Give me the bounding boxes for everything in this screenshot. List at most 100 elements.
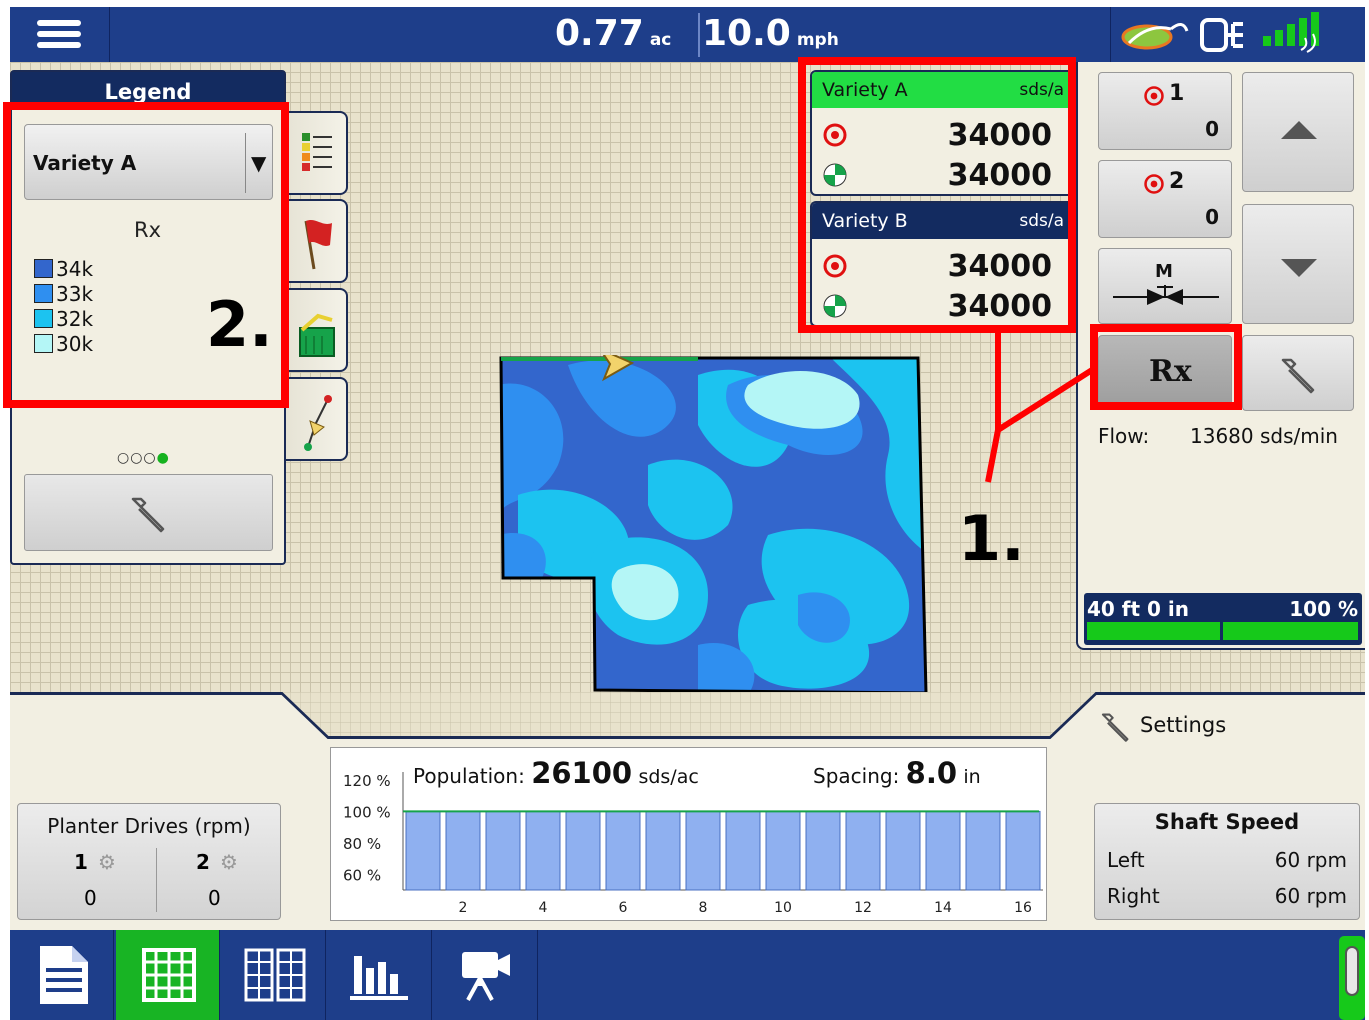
implement-width: 40 ft 0 in xyxy=(1087,597,1189,621)
gps-signal-icon[interactable] xyxy=(1261,10,1331,56)
shaft-speed-title: Shaft Speed xyxy=(1154,810,1300,834)
annotation-box-variety xyxy=(798,57,1076,333)
guidance-icon xyxy=(304,395,332,451)
y-tick-label: 100 % xyxy=(343,803,391,821)
nav-chart-button[interactable] xyxy=(328,930,432,1020)
nav-notes-button[interactable] xyxy=(10,930,114,1020)
row-bar xyxy=(525,810,561,891)
nav-map-button[interactable] xyxy=(116,930,220,1020)
row-bar xyxy=(845,810,881,891)
row-bar xyxy=(725,810,761,891)
implement-percent: 100 % xyxy=(1289,597,1358,621)
row-bar xyxy=(965,810,1001,891)
area-readout: 0.77 ac xyxy=(555,13,671,54)
row-bar xyxy=(685,810,721,891)
row-population-chart: 120 % 100 % 80 % 60 % 2 4 6 8 10 12 14 16 xyxy=(343,772,1043,916)
rate-down-button[interactable] xyxy=(1242,204,1354,324)
x-tick-label: 8 xyxy=(699,900,708,916)
top-status-bar: 0.77 ac 10.0 mph xyxy=(10,7,1365,62)
drive-1-index: 1 xyxy=(74,850,88,874)
app-logo-icon[interactable] xyxy=(1119,15,1189,55)
implement-width-bar[interactable]: 40 ft 0 in 100 % xyxy=(1084,593,1362,645)
row-bar xyxy=(645,810,681,891)
planter-drives-panel[interactable]: Planter Drives (rpm) 1 ⚙ 0 2 ⚙ 0 xyxy=(17,803,281,920)
row-bar xyxy=(485,810,521,891)
shaft-left-value: 60 rpm xyxy=(1274,848,1347,872)
product-1-button[interactable]: 1 0 xyxy=(1098,72,1232,150)
area-value: 0.77 xyxy=(555,13,644,54)
rate-up-button[interactable] xyxy=(1242,72,1354,192)
tab-legend[interactable] xyxy=(286,111,348,195)
shaft-right-value: 60 rpm xyxy=(1274,884,1347,908)
speed-unit: mph xyxy=(796,30,839,50)
manual-mode-button[interactable]: M xyxy=(1098,248,1232,324)
status-icons xyxy=(1110,7,1365,62)
row-bar xyxy=(805,810,841,891)
wrench-icon xyxy=(1281,358,1315,394)
bottom-nav xyxy=(10,930,1365,1020)
nav-scroll-handle[interactable] xyxy=(1339,936,1365,1020)
camera-icon xyxy=(462,952,510,1001)
y-tick-label: 60 % xyxy=(343,866,381,884)
legend-settings-button[interactable] xyxy=(24,474,273,551)
x-tick-label: 12 xyxy=(854,900,872,916)
population-chart-panel[interactable]: Population: 26100 sds/ac Spacing: 8.0 in… xyxy=(330,747,1047,921)
x-tick-label: 10 xyxy=(774,900,792,916)
implement-icon[interactable] xyxy=(1199,16,1249,56)
menu-button[interactable] xyxy=(10,7,110,62)
x-tick-label: 16 xyxy=(1014,900,1032,916)
settings-button[interactable]: Settings xyxy=(1098,708,1226,744)
tab-boundary[interactable] xyxy=(286,288,348,372)
flow-value: 13680 sds/min xyxy=(1190,424,1338,448)
nav-camera-button[interactable] xyxy=(434,930,538,1020)
hamburger-icon-line xyxy=(37,42,81,48)
field-boundary-icon xyxy=(299,313,335,357)
drive-2-value: 0 xyxy=(208,886,221,910)
nav-split-map-button[interactable] xyxy=(222,930,326,1020)
annotation-box-legend xyxy=(3,102,289,408)
section-2-status xyxy=(1223,622,1358,640)
area-unit: ac xyxy=(649,30,672,50)
product-2-index: 2 xyxy=(1169,169,1185,194)
product-2-value: 0 xyxy=(1205,205,1219,229)
tab-flags[interactable] xyxy=(286,199,348,283)
legend-title: Legend xyxy=(12,72,284,106)
drive-divider xyxy=(156,848,157,912)
wrench-icon xyxy=(131,497,165,533)
product-1-index: 1 xyxy=(1169,81,1185,106)
x-tick-label: 2 xyxy=(459,900,468,916)
legend-list-icon xyxy=(302,133,332,171)
scroll-grip xyxy=(1345,946,1359,996)
row-bar xyxy=(405,810,441,891)
row-bar xyxy=(1005,810,1041,891)
arrow-down-icon xyxy=(1281,259,1317,277)
hamburger-icon-line xyxy=(37,31,81,37)
field-rx-map[interactable] xyxy=(498,355,930,695)
settings-label: Settings xyxy=(1140,713,1227,737)
product-2-button[interactable]: 2 0 xyxy=(1098,160,1232,238)
y-tick-label: 80 % xyxy=(343,835,381,853)
row-bar xyxy=(925,810,961,891)
wrench-icon xyxy=(1101,713,1129,742)
control-settings-button[interactable] xyxy=(1242,335,1354,411)
x-tick-label: 14 xyxy=(934,900,952,916)
legend-page-indicator[interactable]: ○○○● xyxy=(117,450,170,466)
hamburger-icon xyxy=(37,20,81,26)
tab-guidance[interactable] xyxy=(286,377,348,461)
row-bar xyxy=(445,810,481,891)
shaft-left-label: Left xyxy=(1107,848,1145,872)
manual-mode-label: M xyxy=(1155,261,1173,282)
split-map-icon xyxy=(244,948,306,1002)
shaft-right-label: Right xyxy=(1107,884,1160,908)
shaft-speed-panel[interactable]: Shaft Speed Left 60 rpm Right 60 rpm xyxy=(1094,803,1360,920)
valve-icon xyxy=(1113,285,1219,305)
top-divider xyxy=(698,13,700,57)
gear-icon: ⚙ xyxy=(220,850,238,874)
target-rate-icon xyxy=(1144,174,1164,194)
row-bar xyxy=(605,810,641,891)
map-grid-icon xyxy=(142,948,196,1002)
row-bar xyxy=(765,810,801,891)
section-1-status xyxy=(1087,622,1220,640)
bar-chart-icon xyxy=(350,956,408,1000)
row-bar xyxy=(565,810,601,891)
